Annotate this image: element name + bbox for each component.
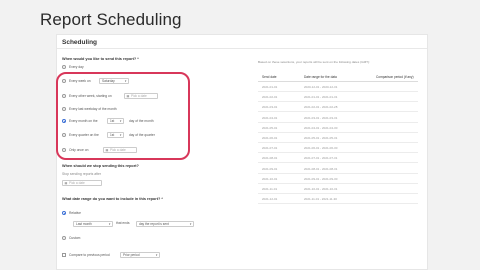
option-label: Every other week, starting on <box>69 94 112 98</box>
date-range-cell: 2021-02-01 - 2021-02-28 <box>304 105 338 110</box>
send-date-cell: 2021-06-01 <box>262 136 278 140</box>
table-row: 2021-10-01 2021-09-01 - 2021-09-30 <box>258 175 418 184</box>
table-row: 2021-12-01 2021-11-01 - 2021-11-30 <box>258 195 418 205</box>
date-range-cell: 2021-11-01 - 2021-11-30 <box>304 197 337 202</box>
date-range-cell: 2021-09-01 - 2021-09-30 <box>304 176 338 181</box>
send-date-cell: 2021-08-01 <box>262 156 278 161</box>
once-date-field[interactable]: ▦ Pick a date <box>103 147 137 153</box>
send-date-cell: 2021-05-01 <box>262 125 278 130</box>
radio-every-week[interactable] <box>62 79 66 83</box>
month-day-select[interactable]: 1st ▾ <box>107 118 124 124</box>
chevron-down-icon: ▾ <box>189 222 192 226</box>
chevron-down-icon: ▾ <box>119 119 122 123</box>
table-row: 2021-01-01 2020-12-01 - 2020-12-31 <box>258 83 418 92</box>
table-row: 2021-05-01 2021-04-01 - 2021-04-30 <box>258 124 418 133</box>
divider <box>57 48 427 49</box>
option-label: Every day <box>69 65 84 69</box>
send-date-cell: 2021-09-01 <box>262 166 278 171</box>
chevron-down-icon: ▾ <box>124 79 127 83</box>
send-date-cell: 2021-10-01 <box>262 176 278 181</box>
radio-every-day[interactable] <box>62 65 66 69</box>
header-divider <box>258 81 418 82</box>
column-header: Send date <box>262 75 277 79</box>
option-label: Custom <box>69 236 81 240</box>
radio-custom[interactable] <box>62 236 66 240</box>
weekday-select[interactable]: Saturday ▾ <box>99 78 129 84</box>
send-date-cell: 2021-12-01 <box>262 197 278 202</box>
send-date-cell: 2021-02-01 <box>262 95 278 100</box>
option-suffix: day of the month <box>129 119 154 123</box>
date-range-cell: 2020-12-01 - 2020-12-31 <box>304 85 338 89</box>
radio-last-weekday[interactable] <box>62 107 66 111</box>
option-label: Every quarter on the <box>69 133 99 137</box>
page-title: Report Scheduling <box>40 10 182 29</box>
radio-relative[interactable] <box>62 211 66 215</box>
date-range-cell: 2021-07-01 - 2021-07-31 <box>304 156 338 161</box>
date-range-cell: 2021-04-01 - 2021-04-30 <box>304 125 338 130</box>
radio-every-month[interactable] <box>62 119 66 123</box>
date-range-cell: 2021-05-01 - 2021-05-31 <box>304 136 338 140</box>
table-row: 2021-07-01 2021-06-01 - 2021-06-30 <box>258 144 418 154</box>
start-date-field[interactable]: ▦ Pick a date <box>124 93 158 99</box>
table-row: 2021-03-01 2021-02-01 - 2021-02-28 <box>258 103 418 113</box>
option-suffix: day of the quarter <box>129 133 155 137</box>
option-label: Only once on <box>69 148 89 152</box>
checkbox-label: Compare to previous period <box>69 253 110 257</box>
calendar-icon: ▦ <box>126 94 130 98</box>
chevron-down-icon: ▾ <box>108 222 111 226</box>
period-select[interactable]: Last month ▾ <box>73 221 113 227</box>
stop-question: When should we stop sending this report? <box>62 164 139 168</box>
send-date-cell: 2021-03-01 <box>262 105 278 110</box>
radio-every-other-week[interactable] <box>62 94 66 98</box>
date-range-cell: 2021-03-01 - 2021-03-31 <box>304 115 338 120</box>
send-date-cell: 2021-01-01 <box>262 85 278 89</box>
radio-every-quarter[interactable] <box>62 133 66 137</box>
table-row: 2021-11-01 2021-10-01 - 2021-10-31 <box>258 185 418 194</box>
mid-label: that ends <box>116 221 130 225</box>
compare-checkbox[interactable] <box>62 253 66 257</box>
radio-only-once[interactable] <box>62 148 66 152</box>
date-range-cell: 2021-06-01 - 2021-06-30 <box>304 146 338 151</box>
column-header: Date range for the data <box>304 75 337 79</box>
date-range-cell: 2021-08-01 - 2021-08-31 <box>304 166 338 171</box>
chevron-down-icon: ▾ <box>119 133 122 137</box>
preview-note: Based on these selections, your reports … <box>258 60 370 64</box>
compare-select[interactable]: Prior period ▾ <box>120 252 160 258</box>
table-row: 2021-06-01 2021-05-01 - 2021-05-31 <box>258 134 418 143</box>
option-label: Relative <box>69 211 81 215</box>
date-range-cell: 2021-10-01 - 2021-10-31 <box>304 187 338 191</box>
calendar-icon: ▦ <box>64 181 68 185</box>
panel-header: Scheduling <box>62 39 98 46</box>
table-row: 2021-09-01 2021-08-01 - 2021-08-31 <box>258 165 418 174</box>
send-question: When would you like to send this report?… <box>62 57 139 61</box>
option-label: Every month on the <box>69 119 98 123</box>
chevron-down-icon: ▾ <box>155 253 158 257</box>
option-label: Every week on <box>69 79 91 83</box>
send-date-cell: 2021-11-01 <box>262 187 278 191</box>
quarter-day-select[interactable]: 1st ▾ <box>107 132 124 138</box>
send-date-cell: 2021-04-01 <box>262 115 278 120</box>
table-row: 2021-08-01 2021-07-01 - 2021-07-31 <box>258 154 418 164</box>
stop-date-field[interactable]: ▦ Pick a date <box>62 180 102 186</box>
table-row: 2021-02-01 2021-01-01 - 2021-01-31 <box>258 93 418 103</box>
stop-hint: Stop sending reports after <box>62 172 102 176</box>
date-range-cell: 2021-01-01 - 2021-01-31 <box>304 95 338 100</box>
end-select[interactable]: day the report is sent ▾ <box>136 221 194 227</box>
table-row: 2021-04-01 2021-03-01 - 2021-03-31 <box>258 114 418 123</box>
calendar-icon: ▦ <box>105 148 109 152</box>
range-question: What date range do you want to include i… <box>62 197 163 201</box>
column-header: Comparison period (if any) <box>376 75 414 79</box>
option-label: Every last weekday of the month <box>69 107 117 111</box>
send-date-cell: 2021-07-01 <box>262 146 278 151</box>
